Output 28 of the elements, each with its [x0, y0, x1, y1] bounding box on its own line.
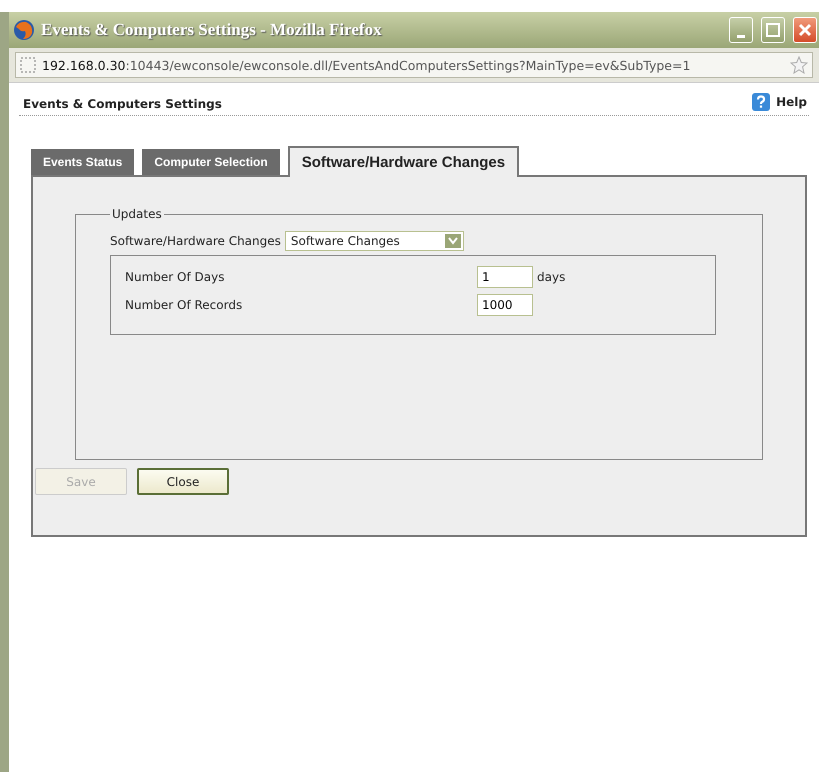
- help-link[interactable]: Help: [752, 93, 807, 111]
- close-button[interactable]: [793, 17, 817, 43]
- maximize-button[interactable]: [761, 17, 785, 43]
- firefox-globe-icon: [13, 19, 35, 41]
- page-title: Events & Computers Settings: [23, 97, 222, 111]
- window-title: Events & Computers Settings - Mozilla Firefox: [41, 20, 383, 40]
- maximize-icon: [766, 23, 780, 37]
- changes-dropdown[interactable]: Software Changes: [284, 231, 464, 251]
- minimize-icon: [737, 34, 745, 38]
- unit-label: days: [537, 270, 566, 284]
- input-field[interactable]: 1: [477, 266, 533, 288]
- minimize-button[interactable]: [729, 17, 753, 43]
- close-icon: [798, 23, 812, 37]
- star-icon[interactable]: [790, 56, 808, 74]
- close-dialog-button[interactable]: Close: [137, 468, 229, 495]
- url-host: 192.168.0.30: [42, 58, 126, 72]
- input-field[interactable]: 1000: [477, 294, 533, 316]
- help-icon: [752, 93, 770, 111]
- url-path: :10443/ewconsole/ewconsole.dll/EventsAndComputersSettings?MainType=ev&SubType=1: [126, 58, 690, 72]
- field-label: Number Of Days: [125, 270, 226, 284]
- tab[interactable]: Software/Hardware Changes: [288, 146, 520, 177]
- tab[interactable]: Computer Selection: [142, 149, 280, 175]
- select-label: Software/Hardware Changes: [110, 234, 281, 248]
- address-field[interactable]: 192.168.0.30:10443/ewconsole/ewconsole.dll/EventsAndComputersSettings?MainType=ev&SubType=1: [15, 52, 813, 78]
- tab[interactable]: Events Status: [31, 149, 134, 175]
- field-label: Number Of Records: [125, 298, 244, 312]
- group-legend: Updates: [110, 207, 164, 221]
- page-icon: [20, 57, 36, 73]
